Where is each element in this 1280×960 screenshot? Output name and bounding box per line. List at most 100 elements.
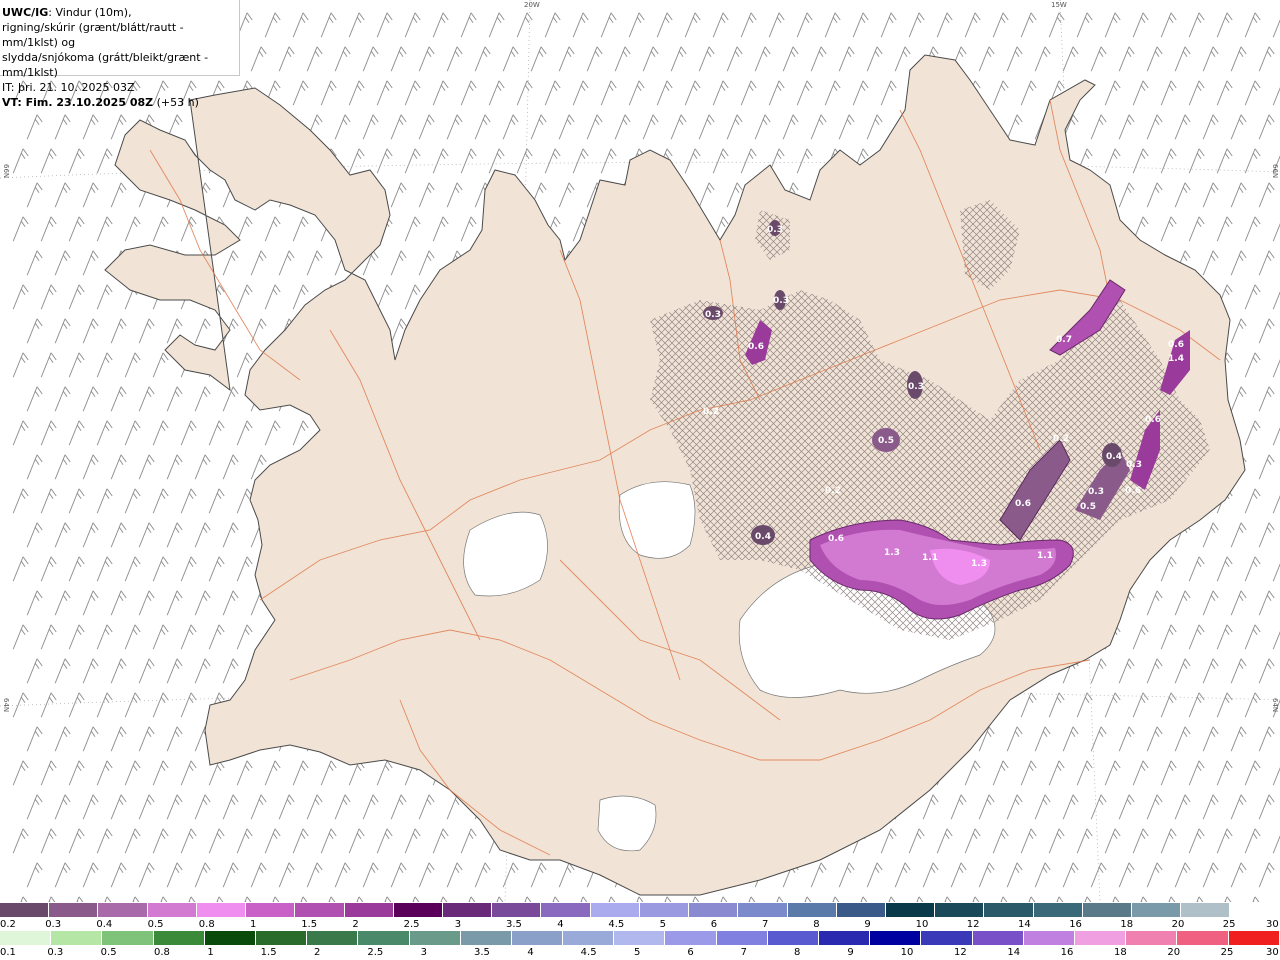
- colorbar-label: 0.1: [0, 947, 16, 958]
- colorbar-swatch: [639, 903, 690, 917]
- colorbar-label: 14: [1018, 919, 1031, 930]
- rain-colorbar-labels: 0.1 0.3 0.5 0.8 1 1.5 2 2.5 3 3.5 4 4.5 5 6 7 8 9 10 12 14 1…: [0, 947, 1280, 959]
- colorbar-label: 1: [207, 947, 214, 958]
- colorbar-swatch: [665, 931, 717, 945]
- precip-label: 0.6: [1168, 340, 1184, 350]
- snow-colorbar-swatches: [0, 903, 1280, 917]
- precip-label: 0.3: [773, 296, 789, 306]
- colorbar-swatch: [921, 931, 973, 945]
- colorbar-label: 1: [250, 919, 257, 930]
- colorbar-label: 9: [847, 947, 854, 958]
- colorbar-label: 30: [1266, 919, 1279, 930]
- colorbar-swatch: [153, 931, 205, 945]
- colorbar-swatch: [590, 903, 640, 917]
- colorbar-swatch: [1074, 931, 1127, 945]
- colorbar-swatch: [767, 931, 819, 945]
- colorbar-label: 4: [557, 919, 564, 930]
- colorbar-swatch: [393, 903, 443, 917]
- colorbar-label: 9: [864, 919, 871, 930]
- colorbar-label: 12: [966, 919, 980, 930]
- colorbar-label: 18: [1120, 919, 1134, 930]
- colorbar-label: 7: [762, 919, 769, 930]
- snow-colorbar: [0, 903, 1280, 919]
- precip-label: 0.5: [878, 436, 894, 446]
- colorbar-swatch: [716, 931, 768, 945]
- colorbar-swatch: [1132, 903, 1182, 917]
- iceland-weather-map: 0.3 0.3 0.6 0.3 0.2 0.3 0.5 0.2 0.4 0.6 1.3 1.1 1.3 1…: [0, 0, 1280, 902]
- lon-label-15w: 15W: [1051, 1, 1067, 9]
- precip-label: 0.3: [767, 225, 783, 235]
- colorbar-swatch: [1230, 903, 1280, 917]
- lat-label-66n-right: 66N: [1271, 164, 1279, 179]
- colorbar-swatch: [0, 931, 52, 945]
- colorbar-label: 2: [352, 919, 359, 930]
- colorbar-label: 16: [1060, 947, 1074, 958]
- colorbar-label: 3.5: [506, 919, 522, 930]
- colorbar-swatch: [358, 931, 410, 945]
- colorbar-swatch: [787, 903, 837, 917]
- colorbar-swatch: [984, 903, 1034, 917]
- colorbar-swatch: [98, 903, 148, 917]
- colorbar-label: 25: [1222, 919, 1236, 930]
- snow-desc: slydda/snjókoma (grátt/bleikt/grænt - mm…: [2, 51, 209, 79]
- colorbar-label: 0.3: [47, 947, 64, 958]
- colorbar-label: 0.8: [154, 947, 170, 958]
- colorbar-label: 5: [634, 947, 641, 958]
- colorbar-label: 2: [314, 947, 321, 958]
- title-desc: : Vindur (10m),: [48, 6, 132, 19]
- colorbar-label: 0.5: [147, 919, 164, 930]
- colorbar-swatch: [255, 931, 308, 945]
- colorbar-label: 3.5: [474, 947, 490, 958]
- snow-colorbar-labels: 0.2 0.3 0.4 0.5 0.8 1 1.5 2 2.5 3 3.5 4 4.5 5 6 7 8 9 10 12…: [0, 919, 1280, 931]
- rain-desc: rigning/skúrir (grænt/blátt/rautt - mm/1…: [2, 21, 184, 49]
- colorbar-label: 1.5: [260, 947, 277, 958]
- colorbar-label: 10: [915, 919, 929, 930]
- precip-label: 0.2: [825, 486, 841, 496]
- precip-label: 0.5: [1080, 502, 1096, 512]
- colorbar-label: 20: [1167, 947, 1181, 958]
- colorbar-swatch: [409, 931, 461, 945]
- colorbar-swatch: [563, 931, 615, 945]
- precip-label: 0.6: [1015, 499, 1031, 509]
- colorbar-label: 2.5: [403, 919, 420, 930]
- colorbar-swatch: [204, 931, 256, 945]
- precip-label: 1.1: [922, 553, 938, 563]
- precip-label: 0.6: [748, 342, 764, 352]
- map-info-box: UWC/IG: Vindur (10m), rigning/skúrir (gr…: [0, 0, 240, 109]
- colorbar-label: 8: [813, 919, 820, 930]
- colorbar-swatch: [1126, 931, 1178, 945]
- colorbar-swatch: [49, 903, 99, 917]
- rain-colorbar: [0, 931, 1280, 947]
- colorbar-swatch: [1228, 931, 1280, 945]
- colorbar-label: 0.5: [100, 947, 117, 958]
- colorbar-swatch: [836, 903, 886, 917]
- colorbar-label: 0.4: [96, 919, 113, 930]
- precip-label: 0.7: [1056, 335, 1072, 345]
- colorbar-swatch: [1177, 931, 1229, 945]
- precip-label: 1.4: [1168, 354, 1184, 364]
- colorbar-label: 0.8: [198, 919, 215, 930]
- precip-label: 0.2: [703, 407, 719, 417]
- colorbar-label: 3: [454, 919, 462, 930]
- colorbar-swatch: [689, 903, 739, 917]
- colorbar-label: 14: [1007, 947, 1021, 958]
- colorbar-swatch: [295, 903, 345, 917]
- colorbar-label: 0.2: [0, 919, 16, 930]
- lat-label-64n-right: 64N: [1271, 698, 1279, 713]
- colorbar-swatch: [1023, 931, 1075, 945]
- init-time: IT: þri. 21. 10. 2025 03Z: [2, 81, 135, 94]
- precip-label: 0.3: [908, 382, 924, 392]
- colorbar-label: 6: [687, 947, 694, 958]
- colorbar-swatch: [344, 903, 394, 917]
- colorbar-label: 2.5: [367, 947, 384, 958]
- colorbar-label: 8: [794, 947, 801, 958]
- precip-label: 0.6: [1125, 486, 1141, 496]
- precip-label: 0.2: [1053, 434, 1069, 444]
- colorbar-swatch: [738, 903, 788, 917]
- colorbar-label: 4.5: [608, 919, 625, 930]
- colorbar-swatch: [147, 903, 197, 917]
- colorbar-label: 20: [1171, 919, 1185, 930]
- colorbar-label: 3: [420, 947, 428, 958]
- precip-label: 0.6: [828, 534, 844, 544]
- precip-label: 1.1: [1037, 551, 1053, 561]
